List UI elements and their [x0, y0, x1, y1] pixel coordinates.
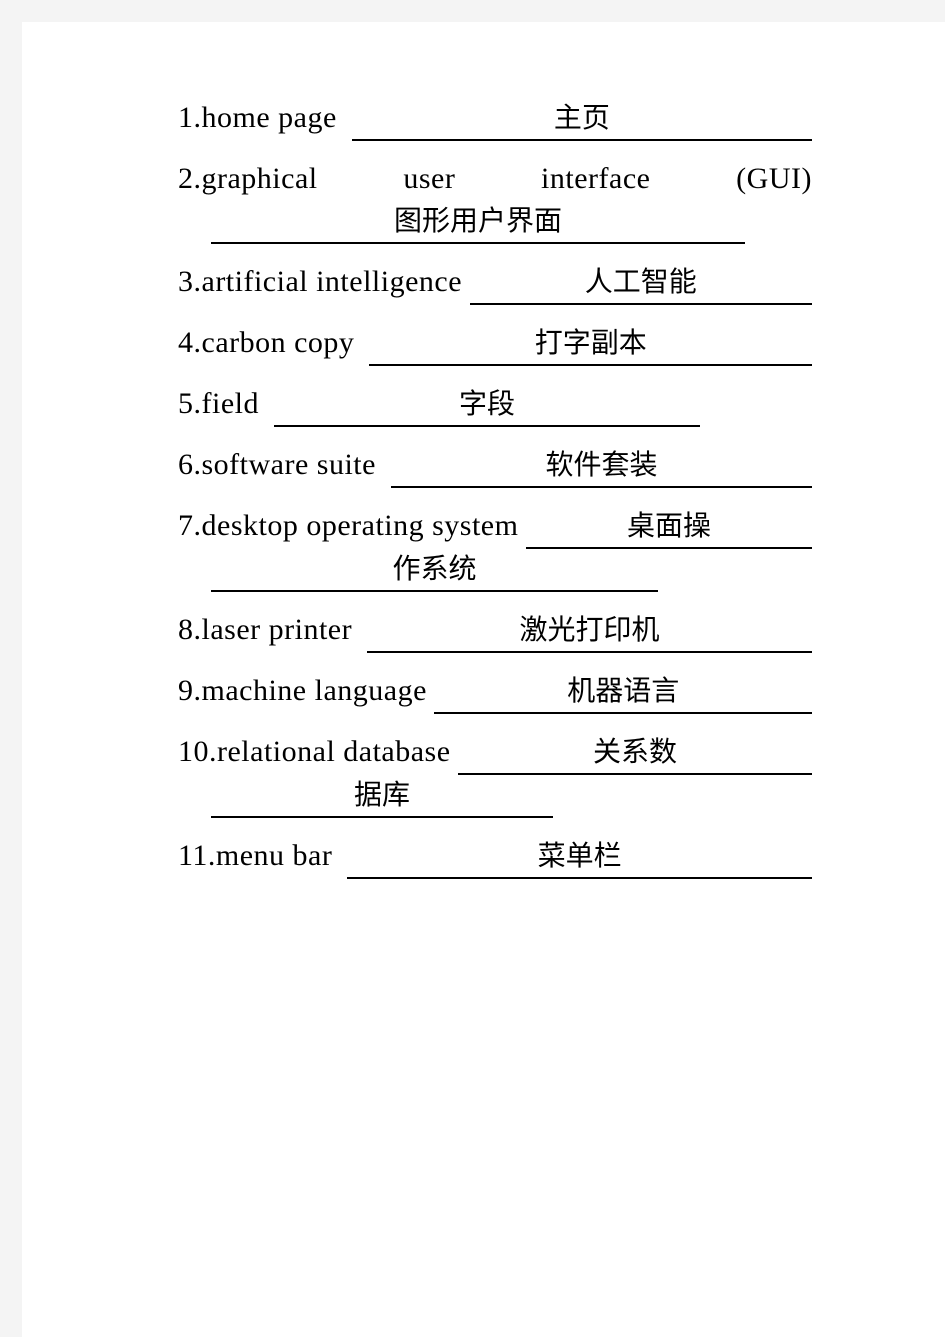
item-row-continued: 图形用户界面 [178, 201, 812, 244]
answer-blank[interactable]: 关系数 [458, 732, 812, 775]
item-number: 8. [178, 613, 202, 646]
answer-blank[interactable]: 桌面操 [525, 506, 812, 549]
vocabulary-item-11: 11. menu bar 菜单栏 [178, 834, 812, 879]
item-number: 2. [178, 162, 202, 195]
vocabulary-item-5: 5. field 字段 [178, 382, 812, 427]
item-term: desktop operating system [201, 509, 519, 542]
document-page: 1. home page 主页 2. graphical user interf… [22, 22, 945, 1337]
item-number: 6. [178, 448, 202, 481]
item-term: graphical user interface (GUI) [202, 157, 813, 201]
item-term: menu bar [215, 839, 333, 872]
item-term: artificial intelligence [201, 265, 463, 298]
answer-blank[interactable]: 主页 [351, 98, 812, 141]
item-row: 4. carbon copy 打字副本 [178, 321, 812, 366]
answer-blank[interactable]: 人工智能 [469, 262, 812, 305]
item-row: 3. artificial intelligence 人工智能 [178, 260, 812, 305]
vocabulary-item-3: 3. artificial intelligence 人工智能 [178, 260, 812, 305]
answer-blank[interactable]: 打字副本 [369, 323, 812, 366]
item-row: 2. graphical user interface (GUI) [178, 157, 812, 201]
item-number: 1. [178, 101, 202, 134]
term-word: (GUI) [736, 162, 812, 195]
item-row: 5. field 字段 [178, 382, 812, 427]
vocabulary-item-4: 4. carbon copy 打字副本 [178, 321, 812, 366]
answer-blank[interactable]: 软件套装 [390, 445, 812, 488]
vocabulary-item-8: 8. laser printer 激光打印机 [178, 608, 812, 653]
answer-blank[interactable]: 激光打印机 [367, 610, 812, 653]
item-number: 4. [178, 326, 202, 359]
item-row: 10. relational database 关系数 [178, 730, 812, 775]
item-number: 10. [178, 735, 217, 768]
item-row: 8. laser printer 激光打印机 [178, 608, 812, 653]
answer-blank-continued[interactable]: 作系统 [211, 549, 658, 592]
item-row-continued: 据库 [178, 775, 812, 818]
item-term: machine language [201, 674, 427, 707]
item-row: 7. desktop operating system 桌面操 [178, 504, 812, 549]
item-row-continued: 作系统 [178, 549, 812, 592]
item-row: 11. menu bar 菜单栏 [178, 834, 812, 879]
vocabulary-item-6: 6. software suite 软件套装 [178, 443, 812, 488]
term-word: user [403, 162, 456, 195]
vocabulary-list: 1. home page 主页 2. graphical user interf… [178, 96, 812, 895]
item-row: 9. machine language 机器语言 [178, 669, 812, 714]
answer-blank-continued[interactable]: 据库 [211, 775, 553, 818]
answer-blank[interactable]: 字段 [273, 384, 700, 427]
item-number: 7. [178, 509, 202, 542]
item-number: 5. [178, 387, 202, 420]
item-term: software suite [201, 448, 376, 481]
item-row: 6. software suite 软件套装 [178, 443, 812, 488]
answer-blank[interactable]: 机器语言 [434, 671, 812, 714]
vocabulary-item-10: 10. relational database 关系数 据库 [178, 730, 812, 818]
answer-blank[interactable]: 图形用户界面 [211, 201, 745, 244]
item-term: carbon copy [201, 326, 355, 359]
vocabulary-item-7: 7. desktop operating system 桌面操 作系统 [178, 504, 812, 592]
item-term: relational database [217, 735, 451, 768]
item-term: laser printer [201, 613, 353, 646]
term-word: graphical [201, 162, 318, 195]
item-number: 9. [178, 674, 202, 707]
vocabulary-item-9: 9. machine language 机器语言 [178, 669, 812, 714]
answer-blank[interactable]: 菜单栏 [347, 836, 812, 879]
item-number: 3. [178, 265, 202, 298]
term-word: interface [541, 162, 651, 195]
item-term: field [201, 387, 259, 420]
vocabulary-item-1: 1. home page 主页 [178, 96, 812, 141]
item-row: 1. home page 主页 [178, 96, 812, 141]
item-number: 11. [178, 839, 216, 872]
vocabulary-item-2: 2. graphical user interface (GUI) 图形用户界面 [178, 157, 812, 244]
item-term: home page [201, 101, 337, 134]
